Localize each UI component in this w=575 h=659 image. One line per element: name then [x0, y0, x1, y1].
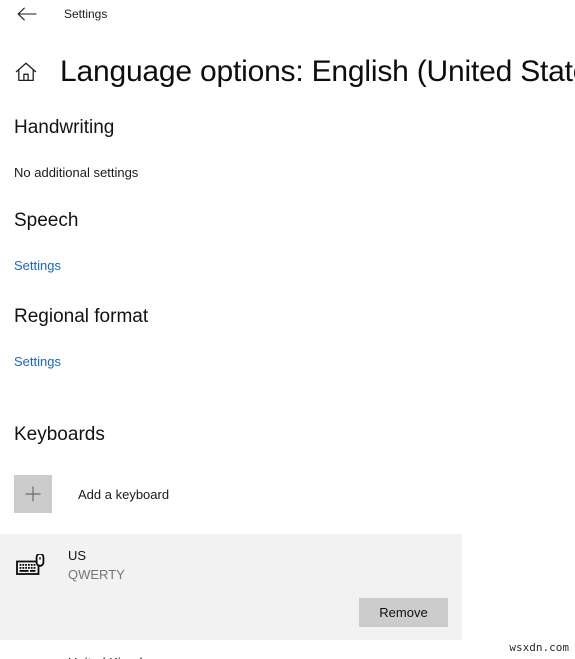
back-arrow-icon[interactable]: [16, 3, 38, 25]
home-icon[interactable]: [13, 59, 39, 85]
add-keyboard-label: Add a keyboard: [78, 486, 170, 502]
watermark: wsxdn.com: [509, 641, 569, 654]
keyboard-row-header[interactable]: United Kingdom QWERTY: [14, 653, 462, 659]
window-title: Settings: [64, 7, 108, 21]
settings-content: Handwriting No additional settings Speec…: [0, 118, 575, 659]
keyboard-labels: United Kingdom QWERTY: [68, 654, 161, 659]
regional-format-settings-link[interactable]: Settings: [14, 355, 61, 368]
keyboard-row-actions: Remove: [14, 598, 462, 627]
keyboard-list: US QWERTY Remove: [0, 534, 575, 659]
keyboard-list-item-united-kingdom[interactable]: United Kingdom QWERTY: [0, 653, 462, 659]
page-title: Language options: English (United States…: [60, 55, 575, 88]
keyboard-layout: QWERTY: [68, 567, 125, 582]
keyboard-icon: [14, 552, 47, 580]
add-keyboard-button[interactable]: Add a keyboard: [14, 475, 462, 513]
title-bar: Settings: [0, 0, 575, 28]
keyboard-name: United Kingdom: [68, 654, 161, 659]
keyboard-labels: US QWERTY: [68, 547, 125, 585]
speech-settings-link[interactable]: Settings: [14, 259, 61, 272]
section-heading-handwriting: Handwriting: [14, 117, 115, 138]
keyboard-list-item-us[interactable]: US QWERTY Remove: [0, 534, 462, 640]
keyboard-row-header[interactable]: US QWERTY: [14, 546, 462, 586]
section-heading-speech: Speech: [14, 210, 79, 231]
page-header: Language options: English (United States…: [0, 50, 575, 94]
remove-button[interactable]: Remove: [359, 598, 448, 627]
section-heading-regional-format: Regional format: [14, 306, 149, 327]
handwriting-description: No additional settings: [14, 165, 139, 180]
section-heading-keyboards: Keyboards: [14, 424, 105, 445]
plus-icon: [14, 475, 52, 513]
keyboard-name: US: [68, 548, 87, 564]
